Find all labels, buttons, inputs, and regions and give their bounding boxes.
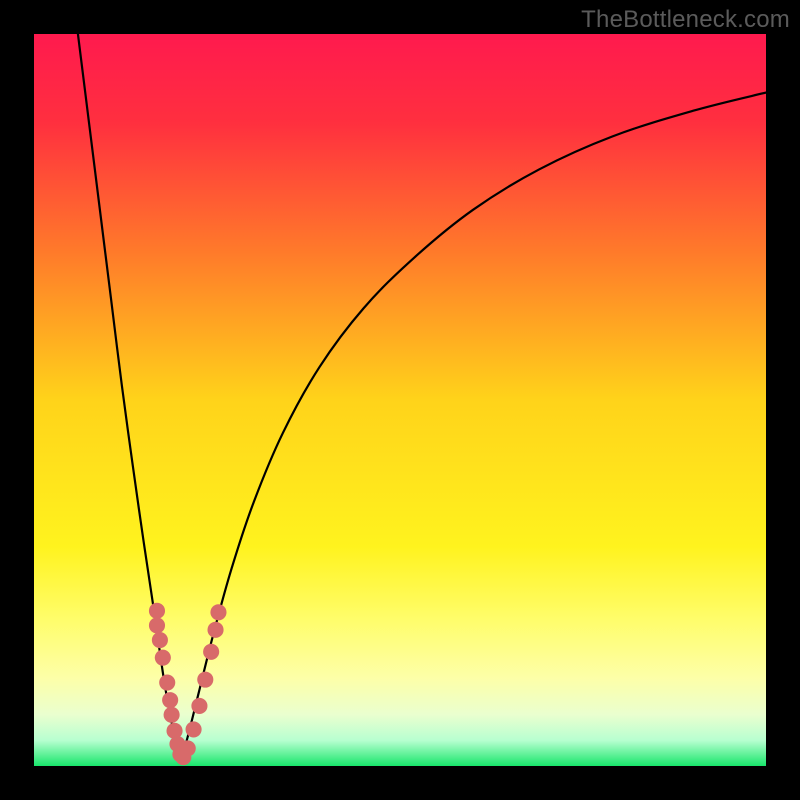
data-marker	[186, 721, 202, 737]
data-marker	[191, 698, 207, 714]
data-marker	[155, 650, 171, 666]
data-marker	[149, 617, 165, 633]
data-marker	[197, 672, 213, 688]
data-marker	[149, 603, 165, 619]
watermark-text: TheBottleneck.com	[581, 6, 790, 34]
data-marker	[203, 644, 219, 660]
plot-area	[34, 34, 766, 766]
data-marker	[207, 622, 223, 638]
data-marker	[164, 707, 180, 723]
data-marker	[159, 675, 175, 691]
chart-frame: TheBottleneck.com	[0, 0, 800, 800]
data-marker	[162, 692, 178, 708]
data-marker	[210, 604, 226, 620]
data-marker	[152, 632, 168, 648]
data-marker	[180, 740, 196, 756]
bottleneck-curve-chart	[34, 34, 766, 766]
gradient-background	[34, 34, 766, 766]
